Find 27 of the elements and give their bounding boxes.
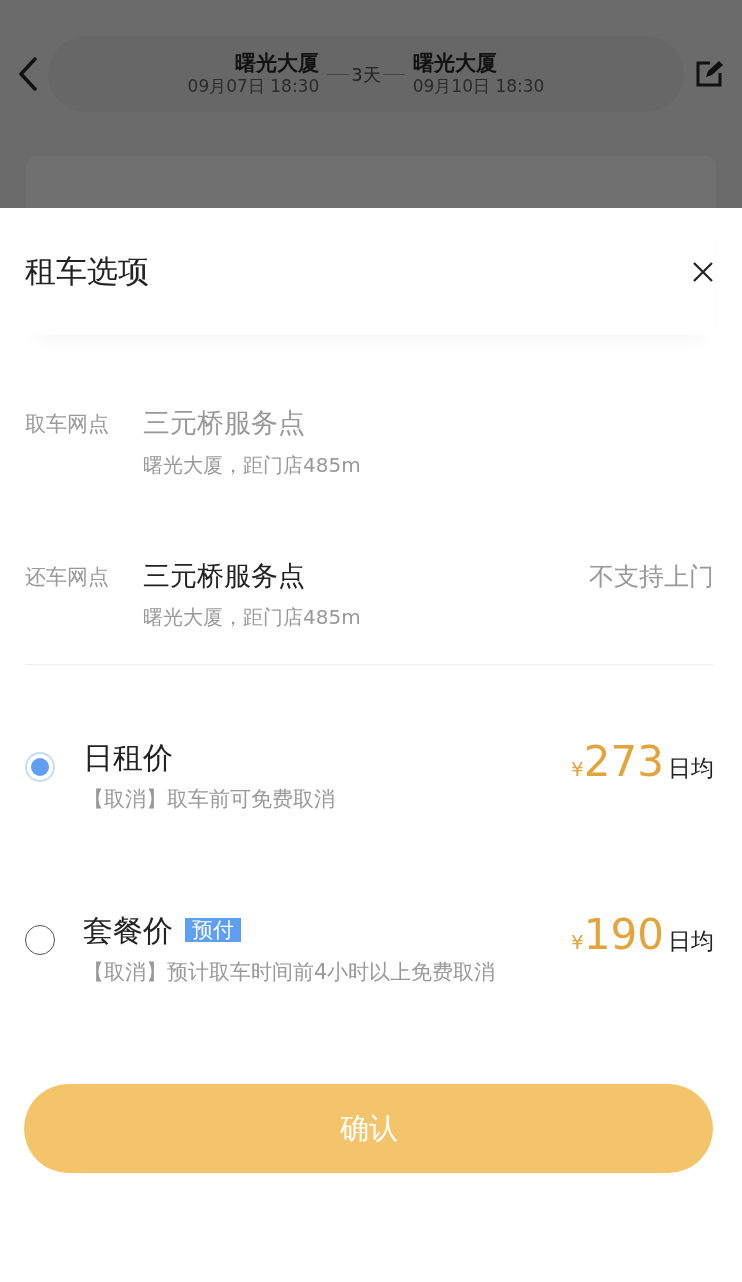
edit-icon[interactable] bbox=[694, 59, 724, 89]
service-note: 不支持上门 bbox=[589, 560, 714, 593]
prepaid-tag: 预付 bbox=[185, 917, 241, 942]
return-time: 09月10日 18:30 bbox=[412, 76, 545, 97]
pickup-time: 09月07日 18:30 bbox=[187, 76, 320, 97]
station-address: 曙光大厦，距门店485m bbox=[143, 604, 361, 631]
price-unit: 日均 bbox=[668, 926, 714, 956]
station-label: 取车网点 bbox=[25, 411, 110, 438]
station-address: 曙光大厦，距门店485m bbox=[143, 451, 361, 479]
currency-symbol: ¥ bbox=[571, 928, 584, 956]
price: 273 bbox=[583, 741, 664, 783]
close-icon[interactable] bbox=[692, 260, 714, 283]
location-name: 曙光大厦 bbox=[412, 51, 498, 77]
price: 190 bbox=[583, 913, 664, 956]
location-name: 曙光大厦 bbox=[234, 51, 320, 77]
sheet-title: 租车选项 bbox=[25, 252, 149, 292]
cancel-policy: 【取消】预计取车时间前4小时以上免费取消 bbox=[83, 958, 496, 986]
station-name: 三元桥服务点 bbox=[143, 406, 306, 440]
station-label: 还车网点 bbox=[25, 563, 110, 591]
back-icon[interactable] bbox=[18, 57, 38, 91]
station-name: 三元桥服务点 bbox=[143, 558, 306, 593]
option-name: 日租价 bbox=[83, 740, 173, 775]
cancel-policy: 【取消】取车前可免费取消 bbox=[83, 786, 335, 813]
price-unit: 日均 bbox=[668, 754, 714, 783]
currency-symbol: ¥ bbox=[571, 756, 584, 783]
route-bar[interactable]: 曙光大厦 09月07日 18:30 3天 曙光大厦 09月10日 18:30 bbox=[48, 36, 684, 112]
option-name: 套餐价 bbox=[83, 912, 173, 948]
